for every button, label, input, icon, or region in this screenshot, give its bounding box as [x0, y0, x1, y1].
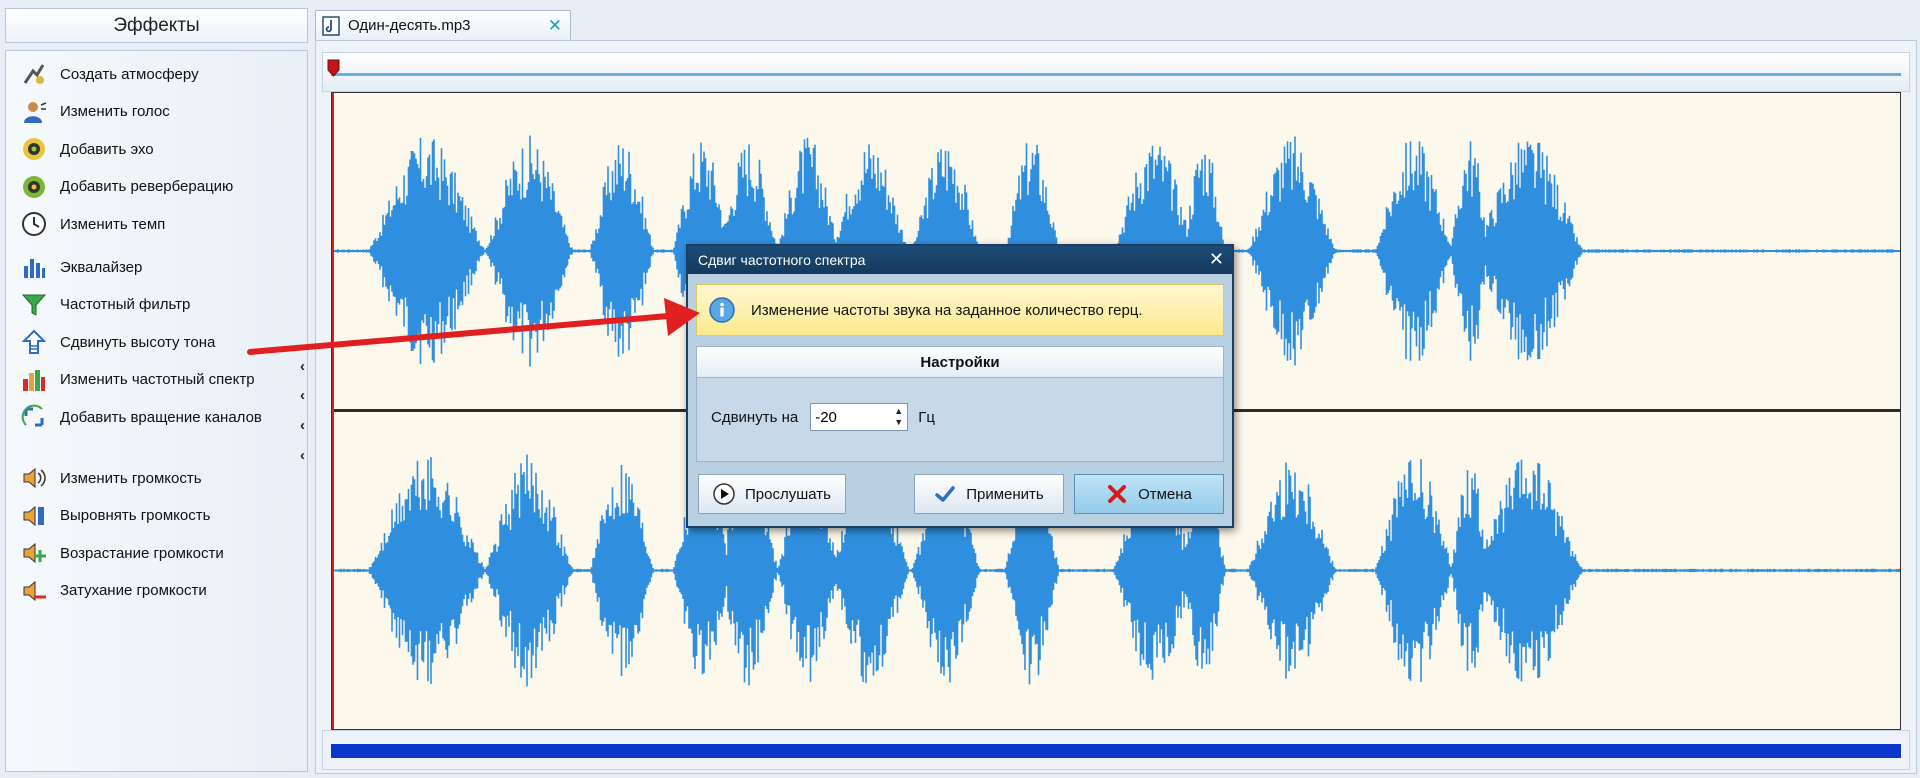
effect-item[interactable]: Изменить частотный спектр: [20, 365, 290, 395]
cancel-x-icon: [1106, 483, 1128, 505]
effect-item[interactable]: Эквалайзер: [20, 252, 290, 282]
effect-item-label: Затухание громкости: [60, 582, 207, 599]
stepper-down-icon[interactable]: ▼: [894, 417, 903, 428]
effect-item[interactable]: Добавить эхо: [20, 134, 290, 164]
apply-label: Применить: [966, 485, 1044, 503]
effect-item-label: Эквалайзер: [60, 258, 143, 276]
effect-item-label: Добавить вращение каналов: [60, 408, 262, 426]
shift-label: Сдвинуть на: [711, 408, 799, 426]
effect-item[interactable]: Затухание громкости: [20, 576, 290, 606]
checkmark-icon: [934, 483, 956, 505]
audio-file-icon: [322, 15, 340, 36]
spectrum-bars-icon: [20, 366, 48, 394]
play-icon: [713, 483, 735, 505]
cancel-button[interactable]: Отмена: [1074, 474, 1224, 514]
effects-panel-title: Эффекты: [5, 8, 308, 43]
effect-item-label: Изменить голос: [60, 103, 170, 120]
shift-input[interactable]: [811, 407, 888, 427]
effect-item[interactable]: Выровнять громкость: [20, 501, 290, 531]
collapse-chevron-icon[interactable]: ‹: [300, 387, 305, 404]
reverb-icon: [20, 173, 48, 201]
collapse-chevron-icon[interactable]: ‹: [300, 447, 305, 464]
effect-item[interactable]: Добавить реверберацию: [20, 172, 290, 202]
tab-close-icon[interactable]: ✕: [548, 16, 562, 36]
effect-item[interactable]: Частотный фильтр: [20, 290, 290, 320]
pitch-arrow-icon: [20, 328, 48, 356]
collapse-chevron-icon[interactable]: ‹: [300, 358, 305, 375]
info-icon: [709, 297, 735, 323]
stepper-arrows[interactable]: ▲ ▼: [894, 406, 903, 428]
frequency-shift-dialog: Сдвиг частотного спектра ✕ Изменение час…: [686, 244, 1234, 528]
playhead-marker-icon[interactable]: [327, 59, 340, 77]
timeline-ruler[interactable]: [322, 52, 1910, 92]
info-banner: Изменение частоты звука на заданное коли…: [696, 284, 1224, 336]
fade-out-icon: [20, 577, 48, 605]
tab-document-label: Один-десять.mp3: [348, 17, 471, 34]
stepper-up-icon[interactable]: ▲: [894, 406, 903, 417]
channel-rotate-icon: [20, 403, 48, 431]
dialog-title: Сдвиг частотного спектра: [698, 252, 866, 268]
shift-stepper[interactable]: ▲ ▼: [810, 403, 909, 431]
effect-item[interactable]: Возрастание громкости: [20, 538, 290, 568]
playhead-line: [332, 93, 334, 729]
atmosphere-icon: [20, 60, 48, 88]
dialog-close-icon[interactable]: ✕: [1209, 249, 1224, 270]
effect-item-label: Сдвинуть высоту тона: [60, 333, 216, 351]
effect-item-label: Изменить частотный спектр: [60, 371, 255, 388]
effect-item[interactable]: Изменить громкость: [20, 463, 290, 493]
effect-item-label: Изменить темп: [60, 215, 166, 233]
effect-item[interactable]: Изменить темп: [20, 209, 290, 239]
effect-item[interactable]: Сдвинуть высоту тона: [20, 327, 290, 357]
settings-header: Настройки: [697, 347, 1223, 378]
effect-item-label: Добавить реверберацию: [60, 178, 234, 195]
timeline-track: [331, 73, 1901, 76]
effect-item-label: Создать атмосферу: [60, 65, 199, 83]
apply-button[interactable]: Применить: [914, 474, 1064, 514]
voice-icon: [20, 98, 48, 126]
equalizer-icon: [20, 253, 48, 281]
tab-document[interactable]: Один-десять.mp3 ✕: [315, 10, 571, 40]
cancel-label: Отмена: [1138, 485, 1192, 503]
info-text: Изменение частоты звука на заданное коли…: [751, 301, 1143, 319]
scrollbar-thumb[interactable]: [331, 744, 1901, 758]
shift-unit: Гц: [918, 408, 935, 426]
settings-group: Настройки Сдвинуть на ▲ ▼ Гц: [696, 346, 1224, 462]
effect-item[interactable]: Создать атмосферу: [20, 59, 290, 89]
effect-item-label: Добавить эхо: [60, 140, 154, 158]
effect-item-label: Выровнять громкость: [60, 507, 211, 524]
preview-button[interactable]: Прослушать: [698, 474, 846, 514]
effect-item[interactable]: Изменить голос: [20, 97, 290, 127]
effects-list: Создать атмосферу Изменить голос Добавить …: [5, 50, 308, 772]
dialog-titlebar[interactable]: Сдвиг частотного спектра ✕: [688, 246, 1232, 274]
volume-icon: [20, 464, 48, 492]
horizontal-scrollbar[interactable]: [322, 730, 1910, 770]
normalize-volume-icon: [20, 502, 48, 530]
collapse-chevron-icon[interactable]: ‹: [300, 417, 305, 434]
tempo-clock-icon: [20, 210, 48, 238]
fade-in-icon: [20, 539, 48, 567]
echo-icon: [20, 135, 48, 163]
effect-item-label: Изменить громкость: [60, 469, 202, 487]
shift-row: Сдвинуть на ▲ ▼ Гц: [711, 403, 935, 431]
effect-item[interactable]: Добавить вращение каналов: [20, 402, 290, 432]
effect-item-label: Возрастание громкости: [60, 544, 224, 562]
preview-label: Прослушать: [745, 485, 831, 503]
effect-item-label: Частотный фильтр: [60, 296, 191, 313]
funnel-filter-icon: [20, 291, 48, 319]
